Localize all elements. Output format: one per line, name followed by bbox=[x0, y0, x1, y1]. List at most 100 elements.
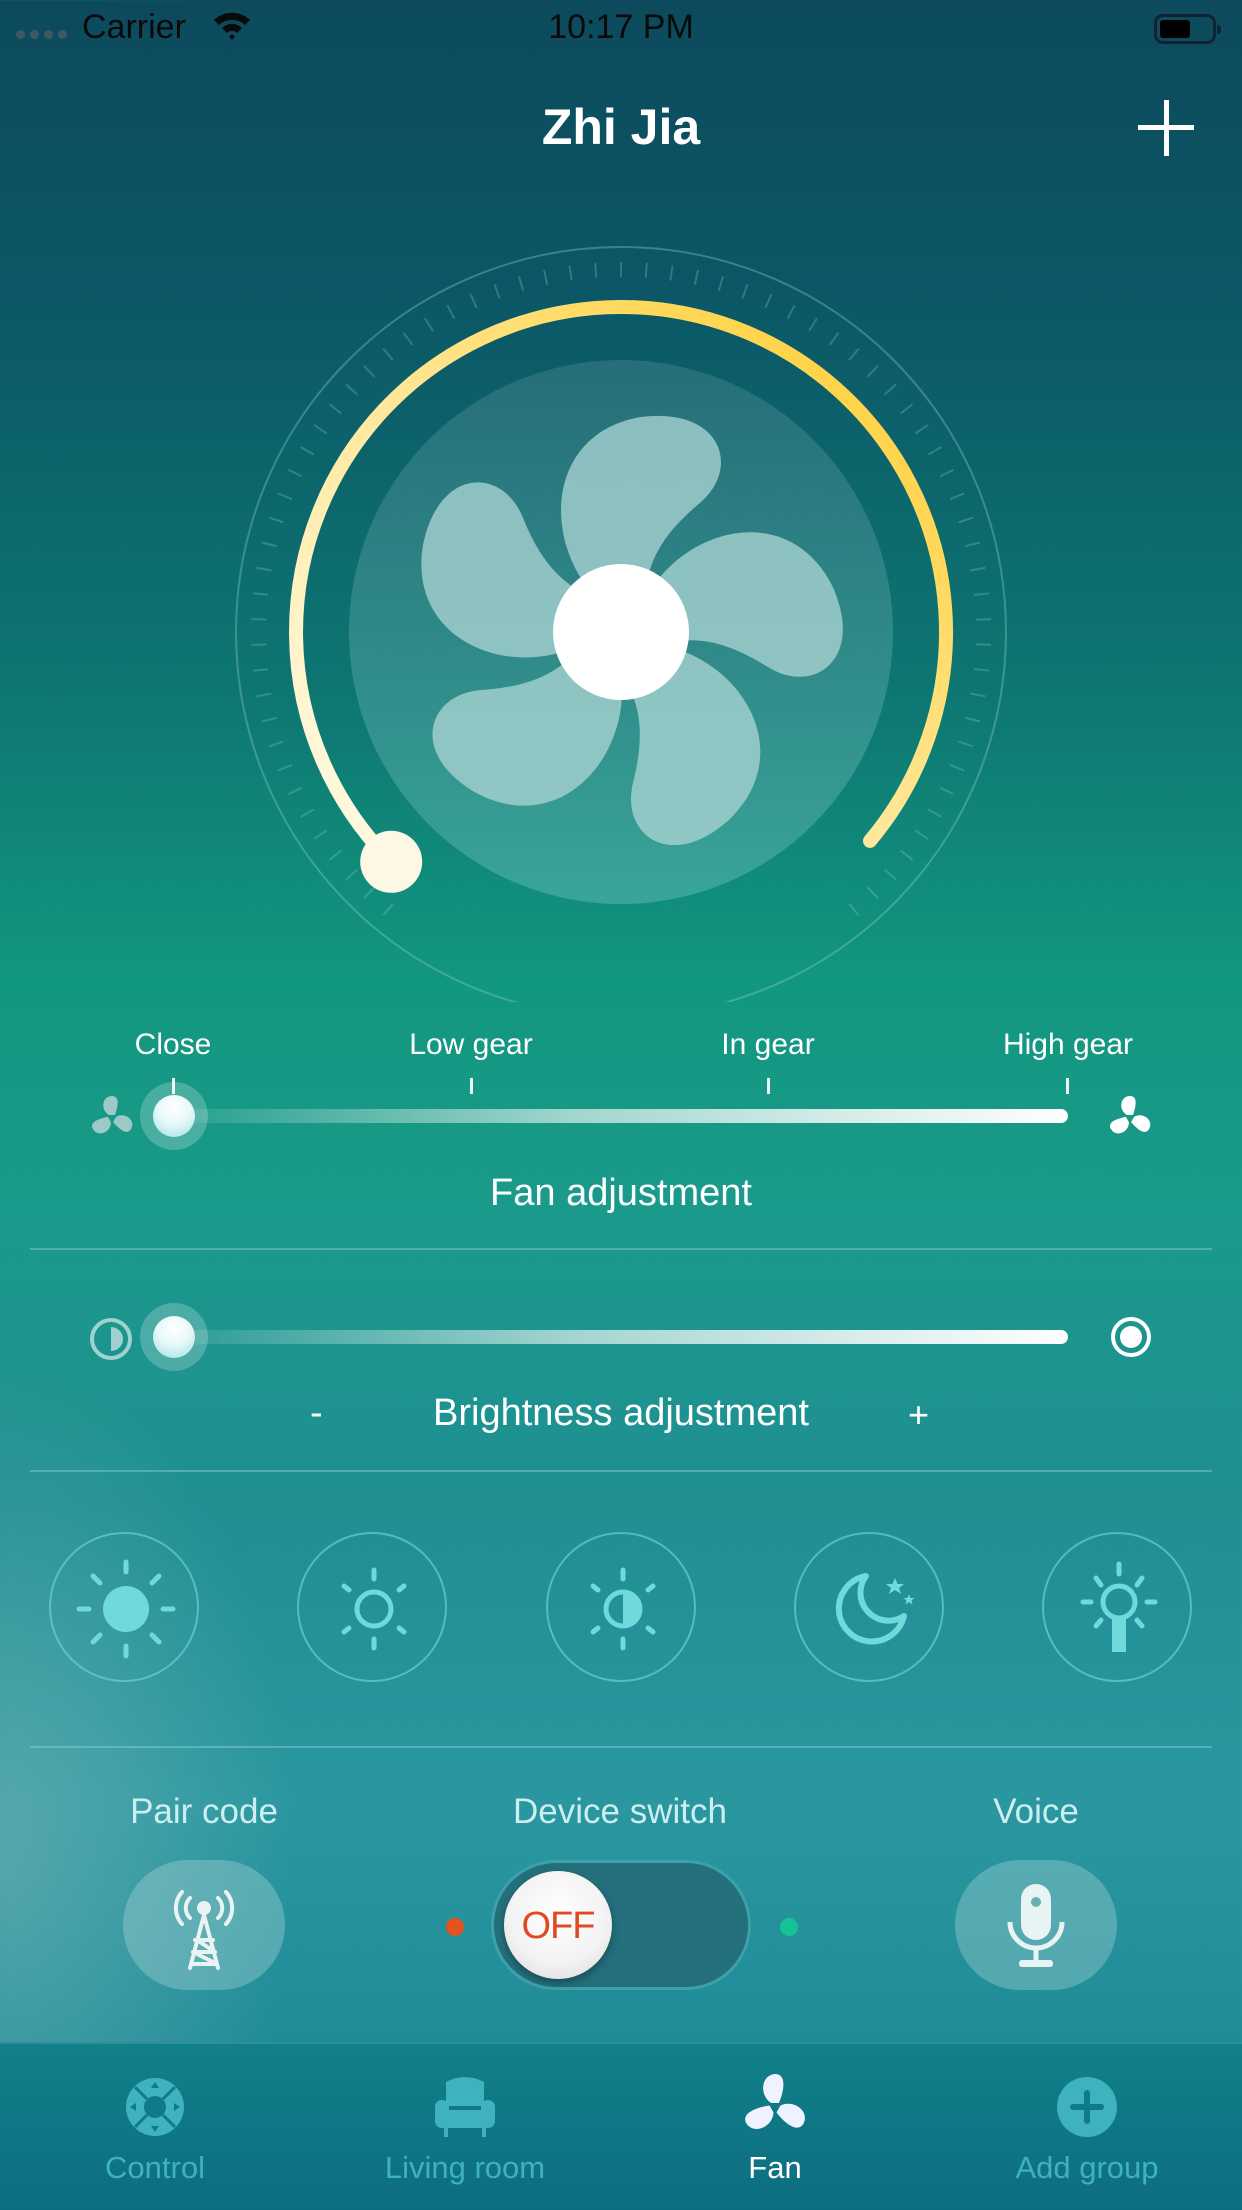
gauge-tick bbox=[594, 262, 598, 278]
fan-speed-gauge[interactable] bbox=[221, 222, 1021, 1002]
battery-icon bbox=[1154, 14, 1221, 44]
pair-code-label: Pair code bbox=[130, 1792, 278, 1831]
divider bbox=[30, 1746, 1212, 1748]
device-switch-toggle[interactable]: OFF bbox=[491, 1860, 751, 1990]
gauge-tick bbox=[277, 764, 293, 772]
on-indicator-dot bbox=[780, 1918, 798, 1936]
mode-bright-sun-button[interactable] bbox=[49, 1532, 199, 1682]
gauge-tick bbox=[252, 668, 269, 672]
gear-label-high[interactable]: High gear bbox=[1003, 1028, 1133, 1062]
gear-tick bbox=[470, 1078, 473, 1094]
mode-sun-outline-button[interactable] bbox=[297, 1532, 447, 1682]
tab-control[interactable]: Control bbox=[0, 2044, 310, 2210]
brightness-slider-knob[interactable] bbox=[140, 1303, 208, 1371]
gauge-tick bbox=[300, 808, 315, 818]
gauge-tick bbox=[469, 293, 478, 309]
tab-label: Living room bbox=[384, 2150, 546, 2185]
gear-label-in[interactable]: In gear bbox=[721, 1028, 814, 1062]
gauge-tick bbox=[345, 383, 358, 396]
gauge-tick bbox=[277, 492, 293, 500]
sun-filled-icon bbox=[76, 1559, 176, 1659]
tab-living-room[interactable]: Living room bbox=[310, 2044, 620, 2210]
gauge-tick bbox=[268, 516, 284, 524]
gear-label-close[interactable]: Close bbox=[135, 1028, 212, 1062]
gauge-tick bbox=[363, 365, 376, 378]
gauge-tick bbox=[884, 383, 897, 396]
armchair-icon bbox=[435, 2077, 495, 2137]
plus-icon[interactable] bbox=[1138, 100, 1194, 156]
gauge-tick bbox=[741, 283, 749, 299]
mode-half-light-button[interactable] bbox=[546, 1532, 696, 1682]
gauge-tick bbox=[965, 716, 981, 723]
microphone-icon bbox=[1007, 1884, 1065, 1967]
gauge-tick bbox=[914, 829, 929, 840]
gauge-tick bbox=[764, 293, 773, 309]
brightness-slider-track[interactable] bbox=[170, 1330, 1068, 1344]
fan-slider-knob[interactable] bbox=[140, 1082, 208, 1150]
gauge-tick bbox=[328, 403, 342, 415]
gauge-tick bbox=[914, 424, 929, 435]
gauge-tick bbox=[300, 446, 315, 456]
off-indicator-dot bbox=[446, 1918, 464, 1936]
gauge-tick bbox=[252, 592, 269, 596]
gauge-tick bbox=[693, 269, 699, 285]
gauge-tick bbox=[328, 849, 342, 861]
gauge-tick bbox=[363, 886, 376, 899]
pair-code-button[interactable] bbox=[123, 1860, 285, 1990]
tab-add-group[interactable]: Add group bbox=[932, 2044, 1242, 2210]
gauge-tick bbox=[949, 492, 965, 500]
tab-label: Fan bbox=[748, 2150, 802, 2185]
gauge-tick bbox=[808, 317, 818, 332]
gauge-tick bbox=[884, 868, 897, 881]
gauge-tick bbox=[970, 692, 986, 698]
gear-label-low[interactable]: Low gear bbox=[409, 1028, 532, 1062]
gauge-tick bbox=[900, 849, 914, 861]
brightness-increase-button[interactable]: + bbox=[908, 1394, 929, 1436]
gauge-tick bbox=[848, 903, 860, 917]
gauge-tick bbox=[313, 424, 328, 435]
gauge-tick bbox=[866, 365, 879, 378]
gauge-tick bbox=[251, 643, 267, 646]
voice-label: Voice bbox=[993, 1792, 1079, 1831]
gauge-tick bbox=[786, 304, 796, 320]
gauge-tick bbox=[866, 886, 879, 899]
status-bar: Carrier 10:17 PM bbox=[0, 0, 1242, 58]
gauge-tick bbox=[939, 786, 954, 796]
tab-fan[interactable]: Fan bbox=[620, 2044, 930, 2210]
sun-half-icon bbox=[590, 1567, 656, 1651]
control-dpad-icon bbox=[126, 2078, 184, 2136]
page-title: Zhi Jia bbox=[541, 99, 701, 155]
device-switch-label: Device switch bbox=[513, 1792, 727, 1831]
gauge-tick bbox=[717, 276, 724, 292]
gauge-tick bbox=[939, 468, 954, 478]
divider bbox=[30, 1470, 1212, 1472]
gauge-tick bbox=[973, 668, 990, 672]
lamp-icon bbox=[1080, 1561, 1158, 1652]
mode-night-button[interactable] bbox=[794, 1532, 944, 1682]
gauge-tick bbox=[345, 868, 358, 881]
gauge-tick bbox=[493, 283, 501, 299]
gauge-tick bbox=[256, 692, 272, 698]
gauge-tick bbox=[949, 764, 965, 772]
fan-adjustment-caption: Fan adjustment bbox=[490, 1172, 752, 1214]
antenna-tower-icon bbox=[173, 1890, 235, 1970]
gauge-tick bbox=[644, 262, 648, 278]
fan-icon bbox=[745, 2074, 805, 2129]
gauge-tick bbox=[958, 516, 974, 524]
gauge-tick bbox=[261, 541, 277, 548]
gauge-tick bbox=[518, 276, 525, 292]
gauge-tick bbox=[973, 592, 990, 596]
gauge-tick bbox=[288, 786, 303, 796]
gauge-tick bbox=[382, 903, 394, 917]
gauge-tick bbox=[848, 347, 860, 361]
gauge-knob[interactable] bbox=[360, 830, 423, 893]
gauge-tick bbox=[446, 304, 456, 320]
switch-knob[interactable]: OFF bbox=[504, 1871, 612, 1979]
gauge-tick bbox=[288, 468, 303, 478]
add-circle-icon bbox=[1057, 2077, 1117, 2137]
fan-slider-track[interactable] bbox=[170, 1109, 1068, 1123]
mode-lamp-button[interactable] bbox=[1042, 1532, 1192, 1682]
gear-tick bbox=[1066, 1078, 1069, 1094]
voice-button[interactable] bbox=[955, 1860, 1117, 1990]
gauge-tick bbox=[975, 643, 991, 646]
